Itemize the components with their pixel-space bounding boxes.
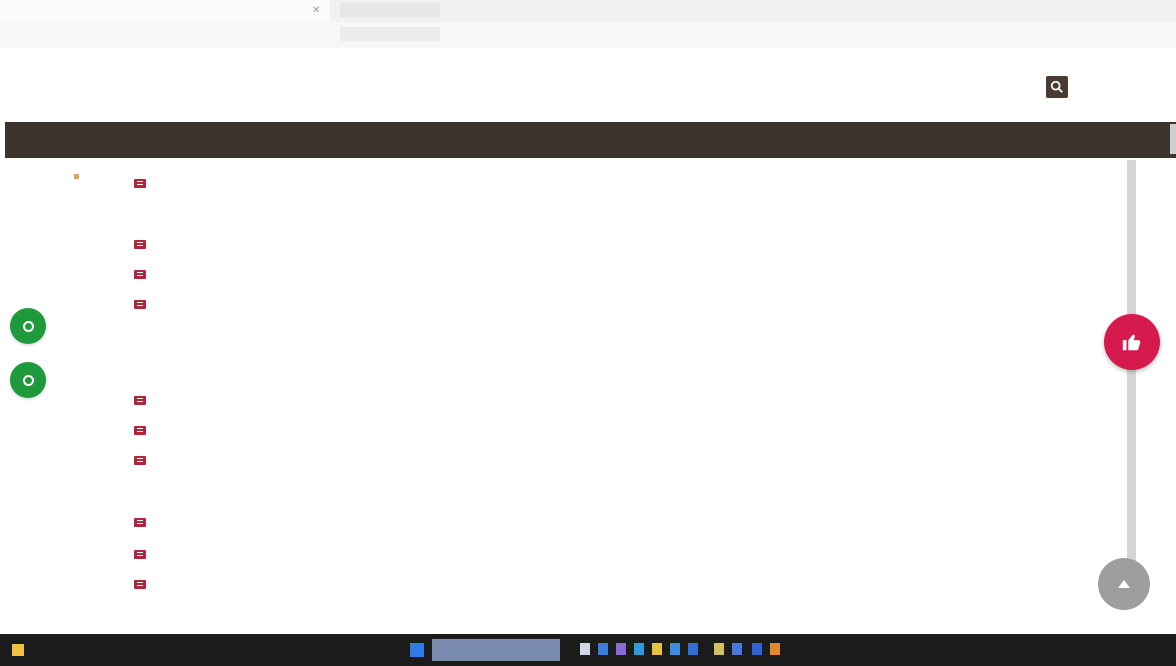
site-header [0,48,1176,122]
scroll-top-button[interactable] [1098,558,1150,610]
doc-icon [134,300,146,309]
document-list [0,160,1120,634]
menu-scroll-handle[interactable] [1170,124,1176,154]
windows-icon[interactable] [410,643,424,657]
url-field[interactable] [72,27,332,42]
doc-icon [134,456,146,465]
circle-icon [22,320,34,332]
side-action-button-2[interactable] [10,362,46,398]
taskbar-search[interactable] [432,639,560,661]
start-icon[interactable] [12,644,24,656]
circle-icon [22,374,34,386]
app-icon[interactable] [670,643,680,655]
app-icon[interactable] [598,643,608,655]
doc-icon [134,518,146,527]
app-icon[interactable] [688,643,698,655]
doc-icon [134,580,146,589]
app-icon[interactable] [732,643,742,655]
scroll-track[interactable] [1127,160,1136,590]
search-icon [1050,80,1063,93]
main-menu [5,122,1176,158]
browser-tab[interactable]: ✕ [0,0,330,22]
app-icon[interactable] [634,643,644,655]
doc-icon [134,396,146,405]
doc-icon [134,426,146,435]
browser-tab-bar: ✕ [0,0,1176,22]
arrow-up-icon [1118,580,1130,588]
app-icon[interactable] [714,643,724,655]
bookmark-bar-item[interactable] [340,27,440,41]
address-bar [0,22,1176,49]
doc-icon [134,270,146,279]
doc-icon [134,550,146,559]
like-icon [1122,334,1141,351]
like-button[interactable] [1104,314,1160,370]
side-action-button-1[interactable] [10,308,46,344]
os-taskbar [0,634,1176,666]
new-tab-button[interactable] [340,3,440,17]
doc-icon [134,240,146,249]
app-icon[interactable] [752,643,762,655]
search-button[interactable] [1046,76,1068,98]
app-icon[interactable] [616,643,626,655]
doc-icon [134,179,146,188]
app-icon[interactable] [580,643,590,655]
app-icon[interactable] [770,643,780,655]
tree-bullet-icon [74,174,79,179]
tab-close-icon[interactable]: ✕ [312,0,320,22]
app-icon[interactable] [652,643,662,655]
